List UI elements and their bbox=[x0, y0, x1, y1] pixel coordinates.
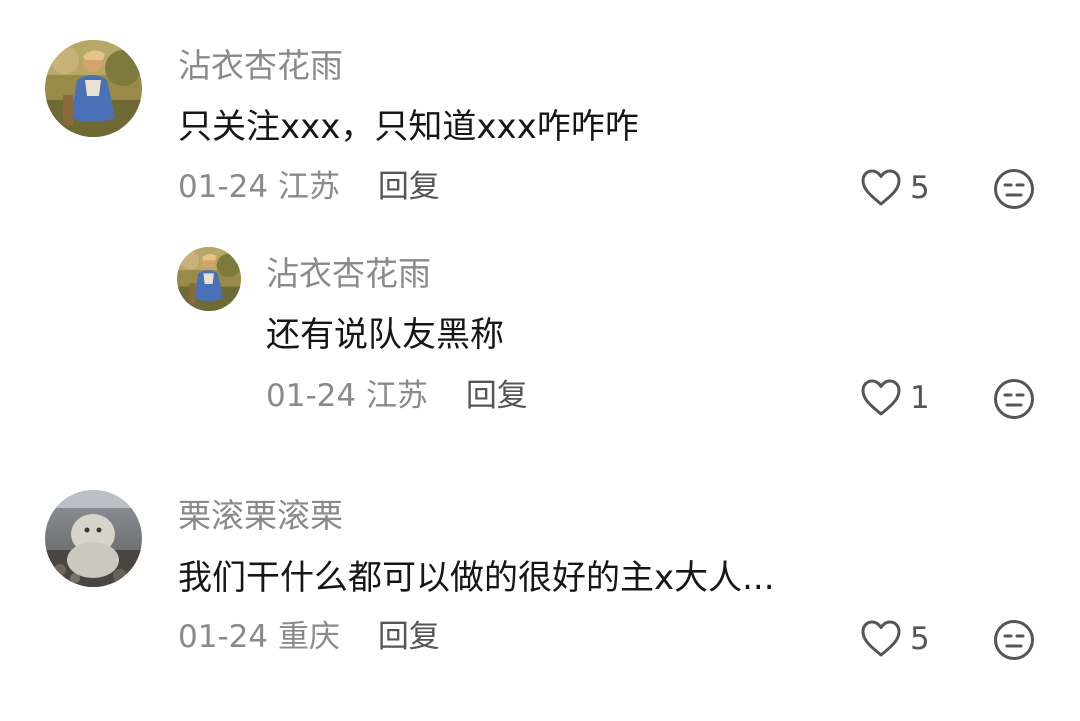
dislike-button[interactable] bbox=[993, 619, 1035, 661]
like-count: 1 bbox=[910, 379, 930, 416]
like-button[interactable]: 1 bbox=[860, 378, 930, 418]
dislike-button[interactable] bbox=[993, 378, 1035, 420]
heart-icon bbox=[861, 379, 901, 416]
comment-location: 重庆 bbox=[277, 619, 340, 655]
comment-location: 江苏 bbox=[365, 378, 428, 414]
comment-text: 还有说队友黑称 bbox=[266, 315, 504, 355]
neutral-face-icon bbox=[994, 620, 1034, 660]
painting-avatar-icon bbox=[45, 40, 142, 137]
avatar[interactable] bbox=[45, 40, 142, 137]
comment-username[interactable]: 沾衣杏花雨 bbox=[266, 257, 431, 290]
comment-text: 我们干什么都可以做的很好的主x大人... bbox=[178, 558, 775, 598]
reply-button[interactable]: 回复 bbox=[466, 378, 528, 414]
snowman-avatar-icon bbox=[45, 490, 142, 587]
painting-avatar-icon bbox=[177, 247, 241, 311]
like-count: 5 bbox=[910, 620, 930, 657]
heart-icon bbox=[861, 169, 901, 206]
comment-text: 只关注xxx，只知道xxx咋咋咋 bbox=[178, 107, 639, 147]
like-count: 5 bbox=[910, 169, 930, 206]
neutral-face-icon bbox=[994, 169, 1034, 209]
comment-username[interactable]: 栗滚栗滚栗 bbox=[178, 499, 343, 532]
comment-username[interactable]: 沾衣杏花雨 bbox=[178, 49, 343, 82]
like-button[interactable]: 5 bbox=[860, 168, 930, 208]
avatar[interactable] bbox=[45, 490, 142, 587]
reply-button[interactable]: 回复 bbox=[378, 169, 440, 205]
heart-icon bbox=[861, 620, 901, 657]
comment-date: 01-24 bbox=[178, 619, 269, 655]
comment-meta: 01-24 重庆 回复 bbox=[178, 622, 440, 653]
comment-meta: 01-24 江苏 回复 bbox=[266, 381, 528, 412]
comment-location: 江苏 bbox=[277, 169, 340, 205]
reply-button[interactable]: 回复 bbox=[378, 619, 440, 655]
comment-date: 01-24 bbox=[266, 378, 357, 414]
dislike-button[interactable] bbox=[993, 168, 1035, 210]
comment-date: 01-24 bbox=[178, 169, 269, 205]
neutral-face-icon bbox=[994, 379, 1034, 419]
avatar[interactable] bbox=[177, 247, 241, 311]
comment-meta: 01-24 江苏 回复 bbox=[178, 172, 440, 203]
like-button[interactable]: 5 bbox=[860, 619, 930, 659]
